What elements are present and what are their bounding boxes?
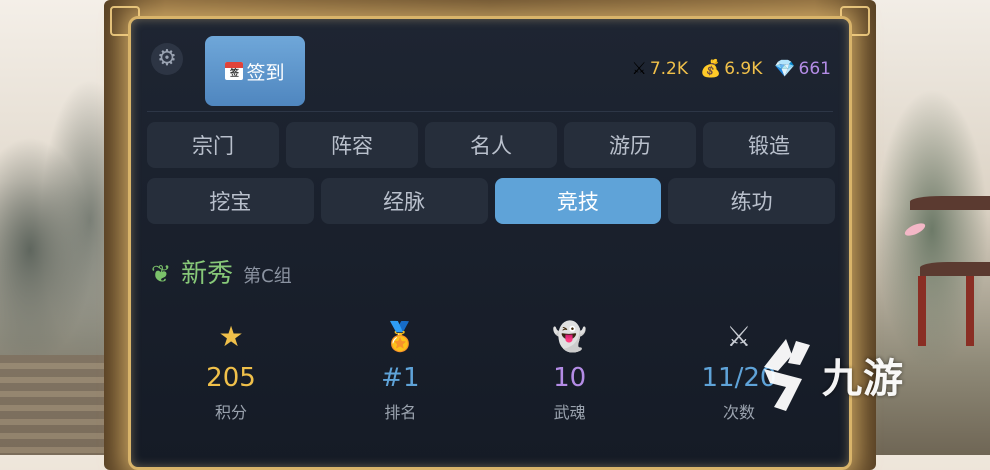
stat-label: 积分 [214, 403, 247, 422]
resource-value: 6.9K [724, 59, 763, 79]
tab-travel[interactable]: 游历 [564, 122, 696, 168]
stat-label: 排名 [384, 403, 417, 422]
pagoda-pillar [918, 276, 926, 346]
tab-lineup[interactable]: 阵容 [286, 122, 418, 168]
ghost-icon: 👻 [552, 320, 588, 353]
money-bag-icon: 💰 [700, 59, 722, 79]
stat-value: 10 [553, 363, 587, 393]
game-panel: ⚙ 签 签到 ⚔ 7.2K 💰 6.9K 💎 661 宗门 阵容 名人 游历 锻… [128, 16, 852, 470]
checkin-button[interactable]: 签 签到 [205, 36, 305, 106]
gear-icon: ⚙ [157, 46, 177, 71]
pagoda-roof [910, 196, 990, 210]
background-rooftops [0, 355, 110, 455]
star-icon: ★ [218, 320, 244, 353]
medal-icon: 🏅 [382, 320, 418, 353]
resource-gold: 💰 6.9K [700, 59, 762, 79]
stat-soul: 👻 10 武魂 [500, 319, 640, 423]
tab-sect[interactable]: 宗门 [147, 122, 279, 168]
arena-stats: ★ 205 积分 🏅 #1 排名 👻 10 武魂 ⚔ 11/20 次数 [161, 319, 809, 423]
pagoda-roof [920, 262, 990, 276]
tab-training[interactable]: 练功 [668, 178, 835, 224]
calendar-icon: 签 [225, 62, 244, 80]
tab-meridians[interactable]: 经脉 [320, 178, 488, 224]
stat-ranking: 🏅 #1 排名 [330, 319, 470, 423]
stat-points: ★ 205 积分 [161, 319, 301, 423]
stat-value: 205 [206, 363, 256, 393]
tab-celebrities[interactable]: 名人 [425, 122, 557, 168]
resource-bar: ⚔ 7.2K 💰 6.9K 💎 661 [632, 59, 831, 79]
diamond-icon: 💎 [774, 59, 796, 79]
crossed-swords-icon: ⚔ [631, 59, 647, 79]
rank-header: ❦ 新秀 第C组 [151, 253, 292, 290]
pagoda-pillar [966, 276, 974, 346]
checkin-label: 签到 [246, 61, 285, 84]
petal [903, 220, 927, 239]
tab-forge[interactable]: 锻造 [703, 122, 835, 168]
resource-value: 661 [798, 59, 831, 79]
divider [147, 111, 833, 112]
tab-treasure[interactable]: 挖宝 [147, 178, 314, 224]
resource-power: ⚔ 7.2K [632, 59, 688, 79]
tab-arena[interactable]: 竞技 [494, 178, 662, 224]
watermark-text: 九游 [822, 356, 904, 402]
tab-row-1: 宗门 阵容 名人 游历 锻造 [147, 122, 835, 168]
rank-title: 新秀 [181, 259, 234, 289]
watermark: 九游 [752, 335, 904, 415]
stat-value: #1 [381, 363, 420, 393]
settings-button[interactable]: ⚙ [151, 43, 183, 75]
resource-value: 7.2K [649, 59, 689, 79]
background-scenery-left [0, 0, 110, 455]
sprout-icon: ❦ [151, 260, 172, 288]
jiuyou-logo-icon [764, 339, 810, 411]
tab-row-2: 挖宝 经脉 竞技 练功 [147, 178, 835, 224]
resource-diamond: 💎 661 [774, 59, 831, 79]
stat-label: 武魂 [553, 403, 586, 422]
rank-group: 第C组 [243, 266, 292, 287]
